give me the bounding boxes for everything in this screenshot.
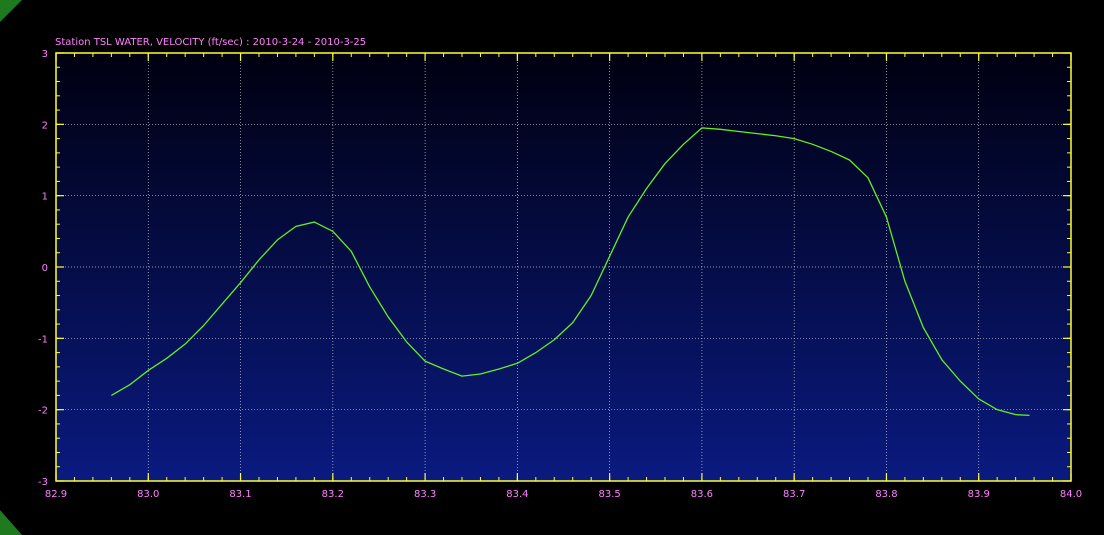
- corner-accent-bottom-left: [0, 510, 22, 535]
- x-tick-label: 83.2: [322, 489, 344, 500]
- y-tick-label: 2: [42, 120, 48, 131]
- y-tick-label: 1: [42, 192, 48, 203]
- x-tick-label: 83.1: [229, 489, 251, 500]
- y-tick-label: -1: [38, 334, 48, 345]
- x-tick-label: 83.4: [506, 489, 528, 500]
- y-tick-label: -3: [38, 477, 48, 488]
- y-tick-label: 0: [42, 263, 48, 274]
- x-tick-label: 83.6: [691, 489, 713, 500]
- x-tick-label: 84.0: [1060, 489, 1082, 500]
- y-tick-label: 3: [42, 49, 48, 60]
- y-tick-label: -2: [38, 406, 48, 417]
- x-tick-label: 83.0: [137, 489, 159, 500]
- corner-accent-top-left: [0, 0, 22, 22]
- x-tick-label: 83.5: [599, 489, 621, 500]
- x-tick-label: 83.7: [783, 489, 805, 500]
- x-tick-label: 83.9: [968, 489, 990, 500]
- chart-canvas: Station TSL WATER, VELOCITY (ft/sec) : 2…: [0, 0, 1082, 535]
- x-tick-label: 82.9: [45, 489, 67, 500]
- x-tick-label: 83.8: [875, 489, 897, 500]
- x-tick-label: 83.3: [414, 489, 436, 500]
- chart-title: Station TSL WATER, VELOCITY (ft/sec) : 2…: [55, 37, 366, 48]
- y-axis-tick-labels: 3 2 1 0 -1 -2 -3: [38, 49, 48, 488]
- x-axis-tick-labels: 82.9 83.0 83.1 83.2 83.3 83.4 83.5 83.6 83.7 83.8…: [45, 489, 1082, 500]
